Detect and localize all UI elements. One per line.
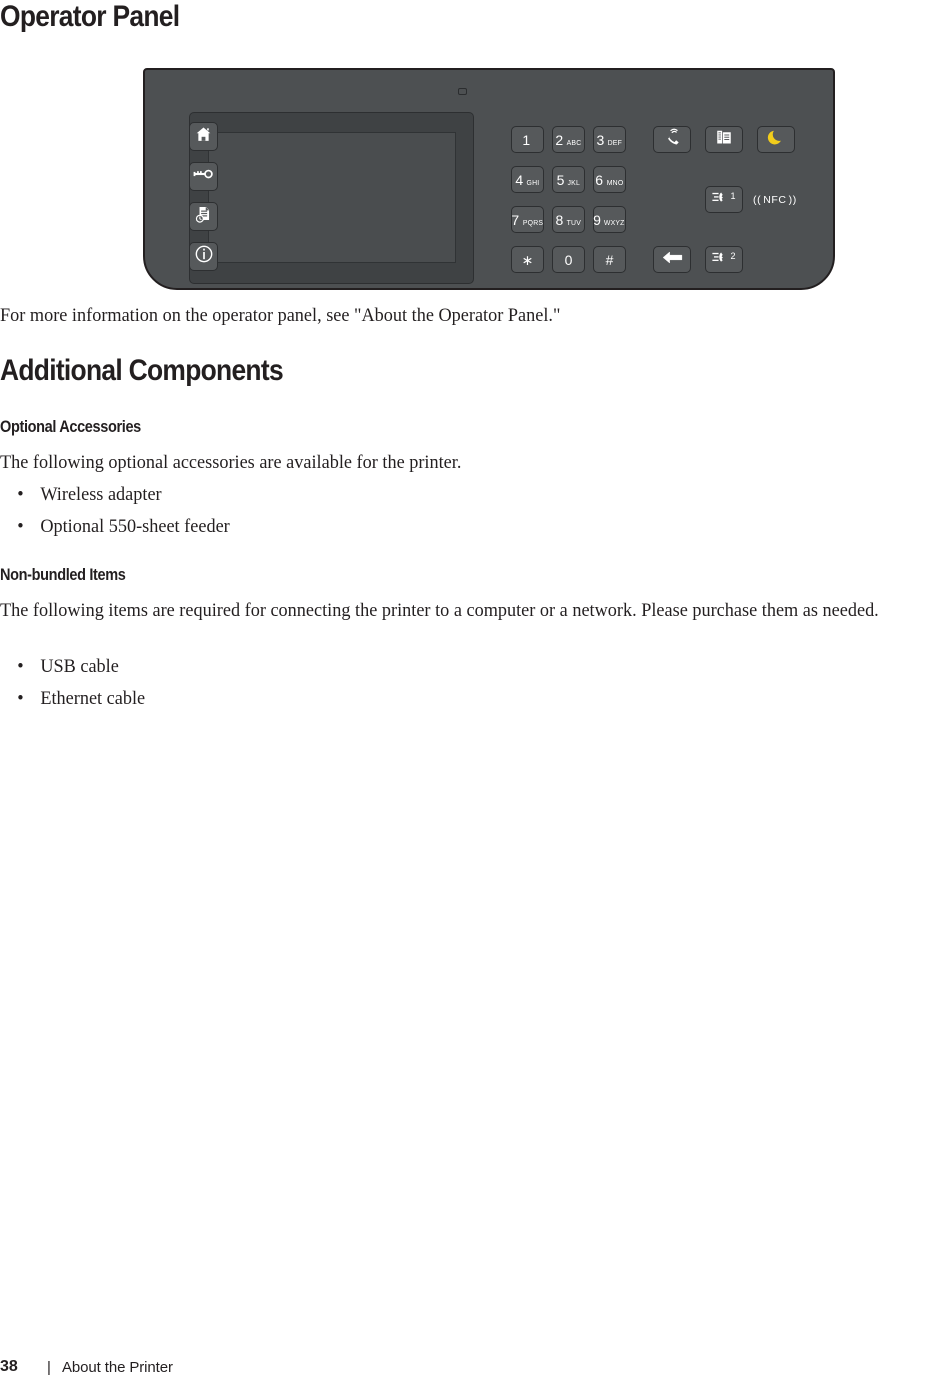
keypad-keycap: ∗	[521, 251, 534, 268]
keypad-key-7[interactable]: 7 PQRS	[511, 206, 544, 233]
list-item: • Wireless adapter	[0, 483, 162, 507]
copy-documents-icon	[715, 128, 733, 152]
keypad-key-asterisk[interactable]: ∗	[511, 246, 544, 273]
list-item-label: Wireless adapter	[40, 484, 162, 505]
speed-dial-icon	[712, 250, 729, 270]
keypad-key-1[interactable]: 1	[511, 126, 544, 153]
list-item: • Ethernet cable	[0, 687, 145, 711]
keypad-keycap: 4 GHI	[515, 171, 540, 188]
operator-panel-reference-text: For more information on the operator pan…	[0, 305, 561, 326]
speed-dial-1-number: 1	[730, 191, 736, 201]
status-led-indicator	[458, 88, 467, 95]
speed-dial-2-number: 2	[730, 251, 736, 261]
speed-dial-icon	[712, 190, 729, 210]
list-item-label: Optional 550-sheet feeder	[40, 516, 230, 537]
keypad-keycap: 3 DEF	[596, 131, 622, 148]
list-item: • Optional 550-sheet feeder	[0, 515, 230, 539]
moon-icon	[767, 128, 785, 151]
keypad-keycap: 6 MNO	[595, 171, 623, 188]
keypad-key-8[interactable]: 8 TUV	[552, 206, 585, 233]
on-hook-dial-button[interactable]	[653, 126, 691, 153]
power-saver-button[interactable]	[757, 126, 795, 153]
touch-screen-housing	[189, 112, 474, 284]
speed-dial-1-button[interactable]: 1	[705, 186, 743, 213]
optional-accessories-intro: The following optional accessories are a…	[0, 452, 462, 473]
list-item-label: Ethernet cable	[40, 688, 146, 709]
list-item-label: USB cable	[40, 656, 119, 677]
page-title: Operator Panel	[0, 0, 180, 33]
keypad-keycap: #	[605, 251, 614, 268]
optional-accessories-heading: Optional Accessories	[0, 418, 141, 436]
job-status-button[interactable]	[189, 202, 218, 231]
keypad-keycap: 7 PQRS	[511, 211, 543, 228]
home-button[interactable]	[189, 122, 218, 151]
keypad-keycap: 0	[564, 251, 573, 268]
bullet-glyph: •	[17, 516, 24, 537]
list-item: • USB cable	[0, 655, 119, 679]
operator-panel-illustration: 1 2 ABC 3 DEF 4 GHI 5 JKL 6 MNO 7 PQRS 8…	[140, 66, 840, 298]
info-icon	[194, 244, 214, 269]
back-arrow-icon	[662, 250, 683, 270]
page-footer: 38 | About the Printer	[0, 1355, 940, 1379]
keypad-key-6[interactable]: 6 MNO	[593, 166, 626, 193]
footer-page-number: 38	[0, 1358, 18, 1375]
nfc-text: NFC	[763, 194, 787, 206]
nfc-label: ((NFC))	[753, 194, 797, 206]
keypad-key-0[interactable]: 0	[552, 246, 585, 273]
additional-components-heading: Additional Components	[0, 354, 284, 387]
home-icon	[194, 125, 213, 149]
keypad-keycap: 8 TUV	[555, 211, 581, 228]
nfc-wave-right: ))	[788, 194, 797, 206]
phone-handset-icon	[663, 128, 682, 152]
keypad-keycap: 1	[522, 131, 531, 148]
back-button[interactable]	[653, 246, 691, 273]
login-logout-button[interactable]	[189, 162, 218, 191]
keypad-key-9[interactable]: 9 WXYZ	[593, 206, 626, 233]
keypad-key-2[interactable]: 2 ABC	[552, 126, 585, 153]
keypad-keycap: 5 JKL	[556, 171, 580, 188]
non-bundled-items-heading: Non-bundled Items	[0, 566, 126, 584]
footer-separator: |	[47, 1358, 51, 1376]
speed-dial-2-button[interactable]: 2	[705, 246, 743, 273]
keypad-keycap: 2 ABC	[555, 131, 582, 148]
operator-panel-body: 1 2 ABC 3 DEF 4 GHI 5 JKL 6 MNO 7 PQRS 8…	[143, 68, 835, 290]
footer-section-name: About the Printer	[62, 1358, 173, 1376]
bullet-glyph: •	[17, 484, 24, 505]
keypad-key-3[interactable]: 3 DEF	[593, 126, 626, 153]
keypad-key-hash[interactable]: #	[593, 246, 626, 273]
information-button[interactable]	[189, 242, 218, 271]
copy-button[interactable]	[705, 126, 743, 153]
touch-screen-display[interactable]	[208, 132, 456, 263]
nfc-wave-left: ((	[753, 194, 762, 206]
key-icon	[193, 166, 214, 187]
job-status-icon	[194, 205, 213, 229]
bullet-glyph: •	[17, 656, 24, 677]
keypad-key-4[interactable]: 4 GHI	[511, 166, 544, 193]
keypad-key-5[interactable]: 5 JKL	[552, 166, 585, 193]
keypad-keycap: 9 WXYZ	[593, 211, 625, 228]
document-page: Operator Panel 1 2 ABC 3 DEF 4 GHI 5 JKL…	[0, 0, 940, 1395]
non-bundled-items-intro: The following items are required for con…	[0, 600, 879, 621]
bullet-glyph: •	[17, 688, 24, 709]
